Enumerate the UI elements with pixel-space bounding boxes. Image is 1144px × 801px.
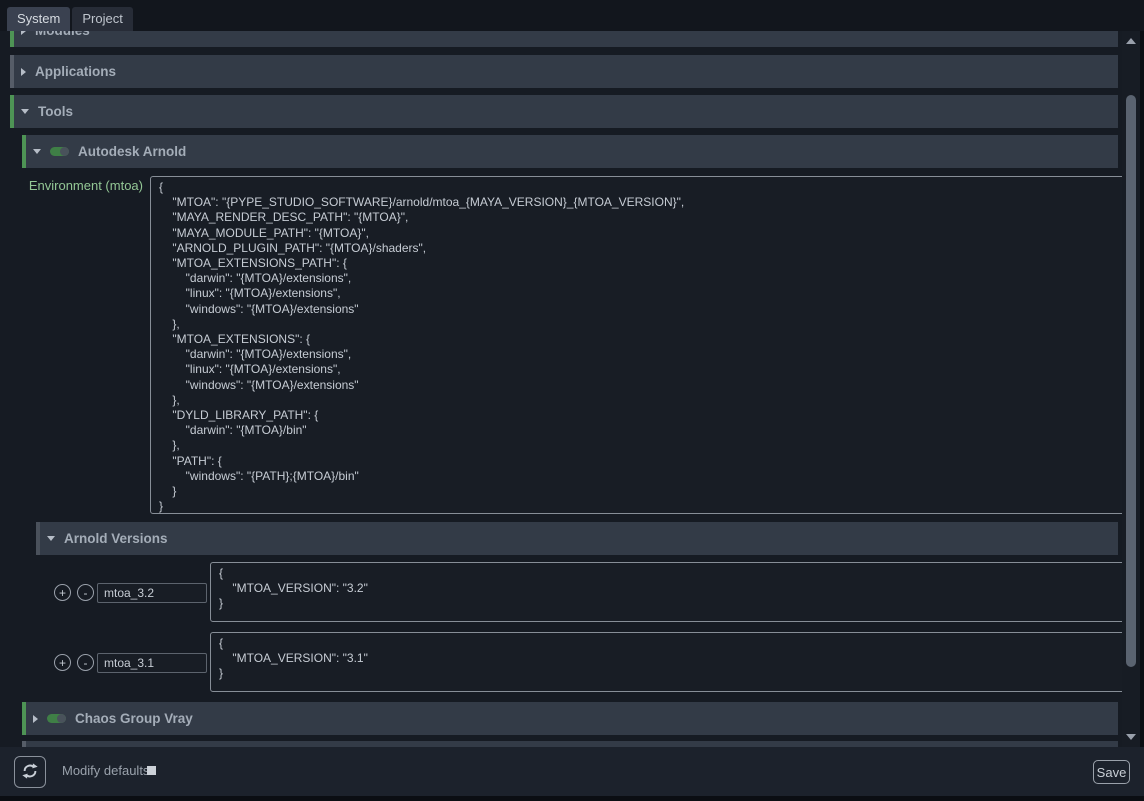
section-title: Applications xyxy=(35,64,116,79)
section-header-chaos-group-vray[interactable]: Chaos Group Vray xyxy=(22,702,1118,735)
enabled-toggle[interactable] xyxy=(47,714,66,723)
chevron-down-icon xyxy=(21,109,29,114)
section-header-applications[interactable]: Applications xyxy=(10,55,1118,88)
tab-system[interactable]: System xyxy=(7,7,70,31)
settings-window: System Project Modules Applications Tool… xyxy=(0,0,1144,801)
vertical-scrollbar[interactable] xyxy=(1122,31,1140,747)
scroll-up-button[interactable] xyxy=(1122,33,1140,49)
version-json-editor[interactable]: { "MTOA_VERSION": "3.1" } xyxy=(210,632,1122,692)
version-name-input[interactable] xyxy=(97,653,207,673)
section-header-tools[interactable]: Tools xyxy=(10,95,1118,128)
section-header-autodesk-arnold[interactable]: Autodesk Arnold xyxy=(22,135,1118,168)
chevron-right-icon xyxy=(21,31,26,35)
refresh-icon xyxy=(21,762,39,783)
section-header-modules[interactable]: Modules xyxy=(10,31,1118,47)
footer-bar: Modify defaults Save xyxy=(0,747,1144,796)
section-title: Modules xyxy=(35,31,90,38)
section-header-arnold-versions[interactable]: Arnold Versions xyxy=(36,522,1118,555)
remove-version-button[interactable]: - xyxy=(77,654,94,671)
add-version-button[interactable]: + xyxy=(54,654,71,671)
arrow-up-icon xyxy=(1126,38,1136,44)
scroll-down-button[interactable] xyxy=(1122,729,1140,745)
enabled-toggle[interactable] xyxy=(50,147,69,156)
section-title: Arnold Versions xyxy=(64,531,168,546)
environment-mtoa-label: Environment (mtoa) xyxy=(0,178,143,193)
settings-scroll-area: Modules Applications Tools Autodesk Arno… xyxy=(0,31,1122,747)
chevron-down-icon xyxy=(47,536,55,541)
scrollbar-thumb[interactable] xyxy=(1126,95,1136,667)
section-title: Chaos Group Vray xyxy=(75,711,193,726)
add-version-button[interactable]: + xyxy=(54,584,71,601)
chevron-right-icon xyxy=(33,715,38,723)
environment-json-editor[interactable]: { "MTOA": "{PYPE_STUDIO_SOFTWARE}/arnold… xyxy=(150,176,1122,514)
section-title: Autodesk Arnold xyxy=(78,144,186,159)
tab-bar: System Project xyxy=(0,0,1144,31)
refresh-button[interactable] xyxy=(14,756,46,788)
tab-project[interactable]: Project xyxy=(72,7,132,31)
remove-version-button[interactable]: - xyxy=(77,584,94,601)
section-title: Tools xyxy=(38,104,73,119)
chevron-down-icon xyxy=(33,149,41,154)
modify-defaults-checkbox[interactable] xyxy=(147,766,156,775)
chevron-right-icon xyxy=(21,68,26,76)
version-json-editor[interactable]: { "MTOA_VERSION": "3.2" } xyxy=(210,562,1122,622)
arrow-down-icon xyxy=(1126,734,1136,740)
version-name-input[interactable] xyxy=(97,583,207,603)
modify-defaults-label: Modify defaults xyxy=(62,763,149,778)
save-button[interactable]: Save xyxy=(1093,760,1130,784)
